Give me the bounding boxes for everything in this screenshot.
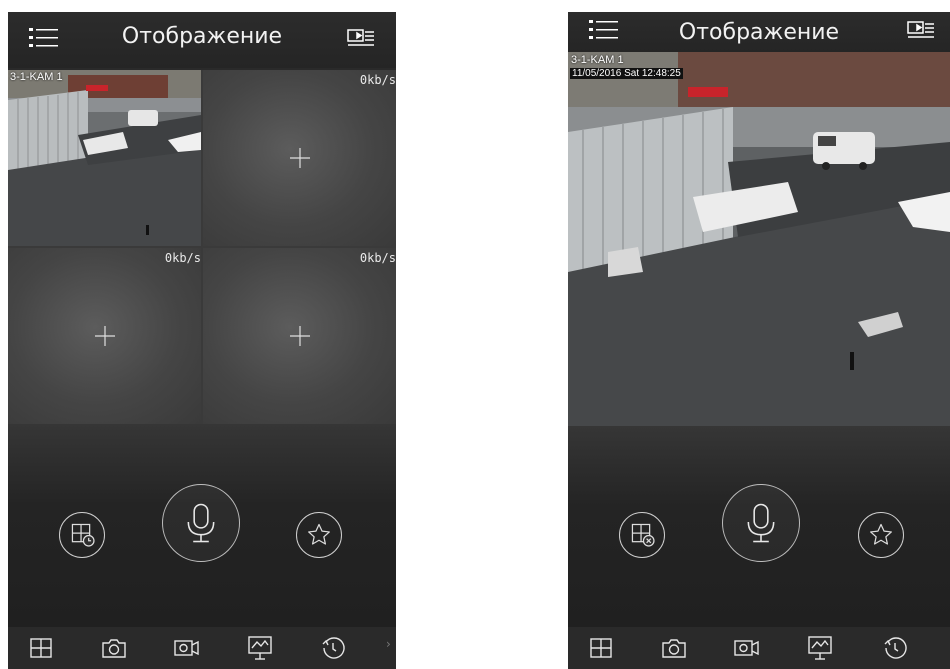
microphone-icon [747,503,775,543]
add-channel-icon[interactable] [94,326,115,346]
talk-button[interactable] [722,484,800,562]
device-list-icon[interactable] [906,16,936,44]
osd-timestamp: 11/05/2016 Sat 12:48:25 [570,68,683,79]
favorite-button[interactable] [296,512,342,558]
camera-scene-image [8,70,201,246]
snapshot-camera-icon[interactable] [659,633,689,663]
channel-1-video[interactable]: 3-1-KAM 1 [8,70,201,246]
favorite-star-icon [308,523,330,545]
record-video-icon[interactable] [172,633,202,663]
channel-1-fullscreen-video[interactable]: 3-1-KAM 1 11/05/2016 Sat 12:48:25 [568,52,950,426]
more-chevron[interactable]: › [386,637,391,651]
favorite-star-icon [870,523,892,545]
top-bar: Отображение [8,12,396,68]
add-channel-icon[interactable] [289,148,310,168]
favorite-button[interactable] [858,512,904,558]
playback-icon[interactable] [880,633,910,663]
close-grid-icon [631,523,655,547]
microphone-icon [187,503,215,543]
bitrate-text: 0kb/s [359,73,396,87]
control-panel [8,424,396,627]
bitrate-text: 0kb/s [164,251,201,265]
playback-grid-button[interactable] [59,512,105,558]
record-video-icon[interactable] [732,633,762,663]
snapshot-camera-icon[interactable] [99,633,129,663]
right-phone-screen: Отображение 3-1-KAM 1 11/05/2016 Sat 12:… [568,12,950,669]
monitor-icon[interactable] [245,633,275,663]
channel-2-empty[interactable]: 0kb/s [203,70,396,246]
control-panel [568,426,950,627]
camera-scene-image [568,52,950,426]
playback-grid-icon [71,523,95,547]
channel-label: 3-1-KAM 1 [10,71,63,83]
bottom-nav: › [8,627,396,669]
layout-grid-icon[interactable] [586,633,616,663]
layout-grid-icon[interactable] [26,633,56,663]
playback-icon[interactable] [318,633,348,663]
monitor-icon[interactable] [805,633,835,663]
add-channel-icon[interactable] [289,326,310,346]
close-grid-button[interactable] [619,512,665,558]
page-title: Отображение [121,24,283,49]
live-view-grid: 3-1-KAM 1 0kb/s 0kb/s 0kb/s [8,70,396,424]
channel-3-empty[interactable]: 0kb/s [8,248,201,424]
bottom-nav [568,627,950,669]
channel-4-empty[interactable]: 0kb/s [203,248,396,424]
bitrate-text: 0kb/s [359,251,396,265]
talk-button[interactable] [162,484,240,562]
channel-label: 3-1-KAM 1 [571,54,624,66]
left-phone-screen: Отображение 3-1-KAM 1 0kb/s 0kb/s 0kb/s … [8,12,396,669]
page-title: Отображение [678,20,840,45]
device-list-icon[interactable] [346,24,376,52]
top-bar: Отображение [568,12,950,52]
